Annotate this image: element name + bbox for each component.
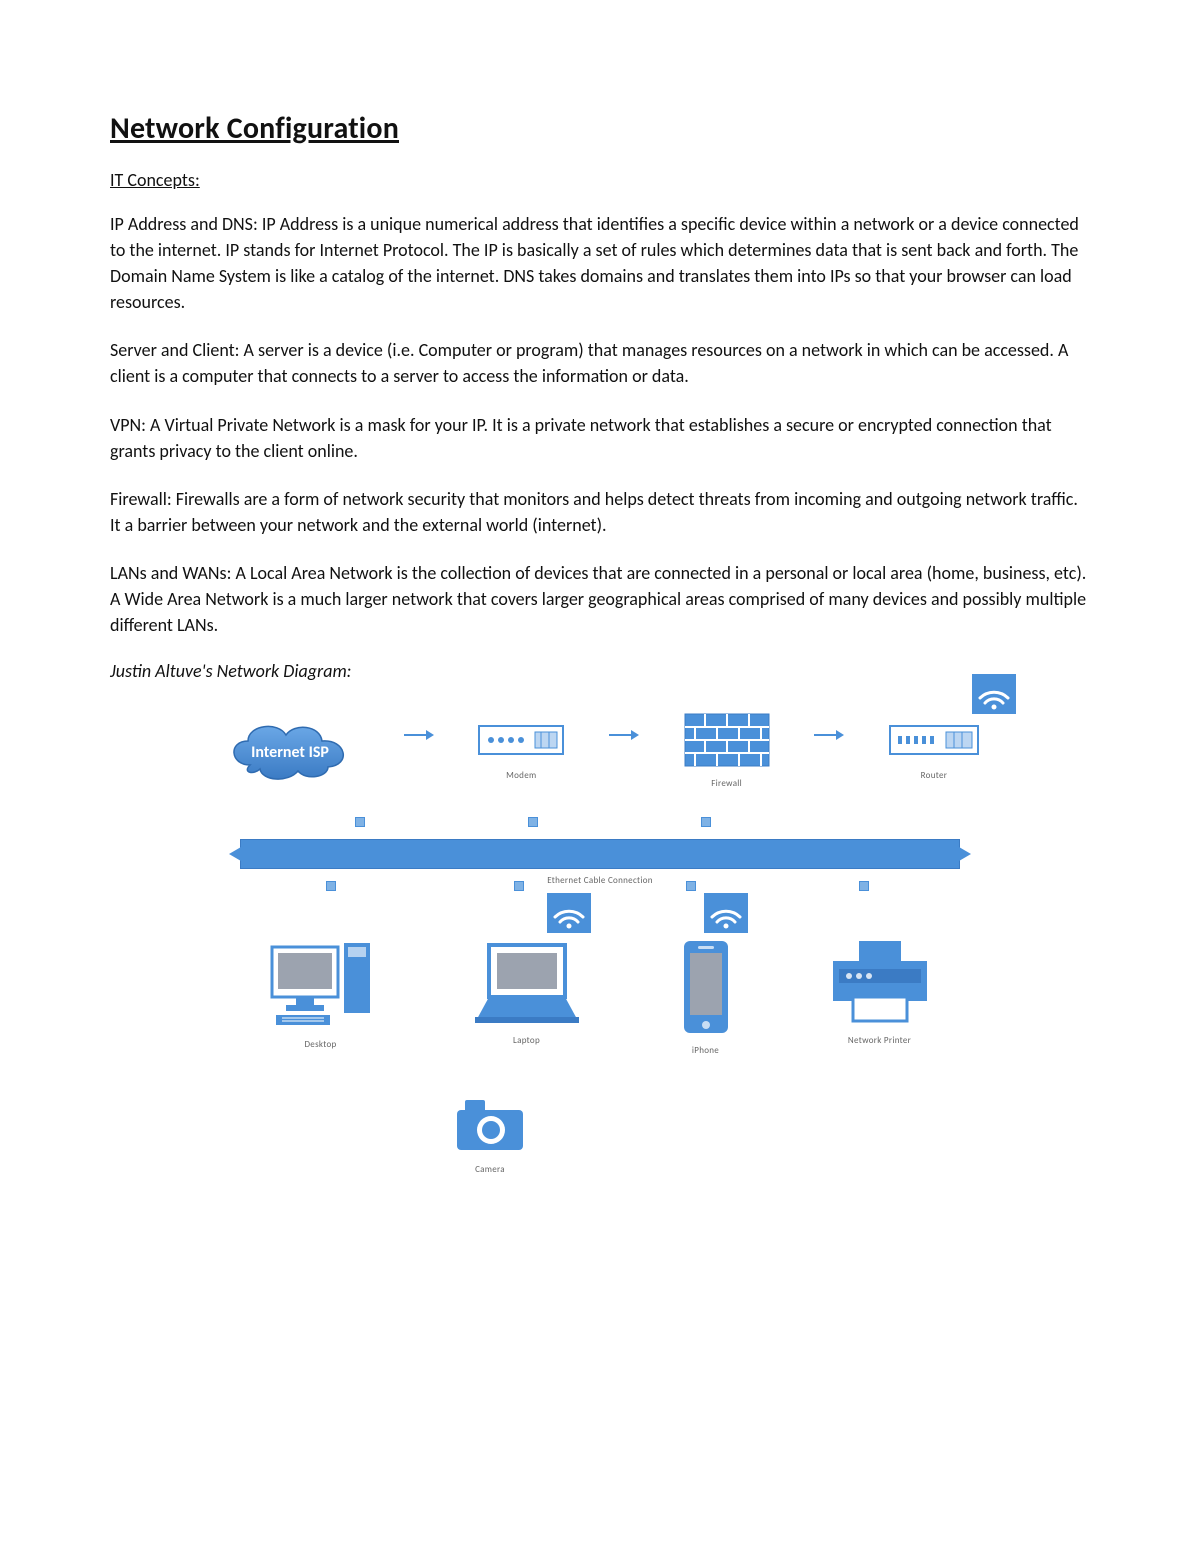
connector-arrow	[404, 730, 434, 740]
laptop-icon	[467, 939, 587, 1025]
desktop-label: Desktop	[304, 1039, 336, 1050]
paragraph-lan-wan: LANs and WANs: A Local Area Network is t…	[110, 560, 1090, 638]
paragraph-firewall: Firewall: Firewalls are a form of networ…	[110, 486, 1090, 538]
printer-icon	[825, 939, 935, 1025]
router-label: Router	[921, 770, 948, 781]
desktop-node: Desktop	[266, 939, 376, 1056]
laptop-label: Laptop	[513, 1035, 540, 1046]
phone-icon	[678, 939, 734, 1035]
modem-label: Modem	[506, 770, 536, 781]
firewall-label: Firewall	[711, 778, 742, 789]
cloud-label: Internet ISP	[251, 743, 329, 762]
modem-node: Modem	[477, 720, 565, 781]
page-title: Network Configuration	[110, 110, 1090, 147]
paragraph-vpn: VPN: A Virtual Private Network is a mask…	[110, 412, 1090, 464]
iphone-node: iPhone	[678, 939, 734, 1056]
firewall-icon	[683, 712, 771, 768]
paragraph-ip-dns: IP Address and DNS: IP Address is a uniq…	[110, 211, 1090, 315]
camera-label: Camera	[475, 1164, 505, 1175]
camera-icon	[451, 1096, 529, 1154]
iphone-label: iPhone	[692, 1045, 719, 1056]
cloud-icon: Internet ISP	[220, 717, 360, 785]
diagram-caption: Justin Altuve's Network Diagram:	[110, 660, 1090, 682]
firewall-node: Firewall	[683, 712, 771, 789]
router-node: Router	[888, 720, 980, 781]
network-diagram: Internet ISP Modem	[220, 712, 980, 1175]
ethernet-label: Ethernet Cable Connection	[547, 875, 653, 886]
printer-node: Network Printer	[825, 939, 935, 1056]
modem-icon	[477, 720, 565, 760]
desktop-icon	[266, 939, 376, 1029]
section-subhead: IT Concepts:	[110, 169, 1090, 191]
connector-arrow	[814, 730, 844, 740]
isp-cloud: Internet ISP	[220, 717, 360, 785]
wifi-icon	[547, 893, 591, 933]
wifi-icon	[704, 893, 748, 933]
laptop-node: Laptop	[467, 939, 587, 1056]
wifi-icon	[972, 674, 1016, 714]
printer-label: Network Printer	[848, 1035, 911, 1046]
paragraph-server-client: Server and Client: A server is a device …	[110, 337, 1090, 389]
connector-arrow	[609, 730, 639, 740]
router-icon	[888, 720, 980, 760]
ethernet-bar: Ethernet Cable Connection	[240, 839, 960, 869]
camera-node: Camera	[451, 1096, 529, 1175]
